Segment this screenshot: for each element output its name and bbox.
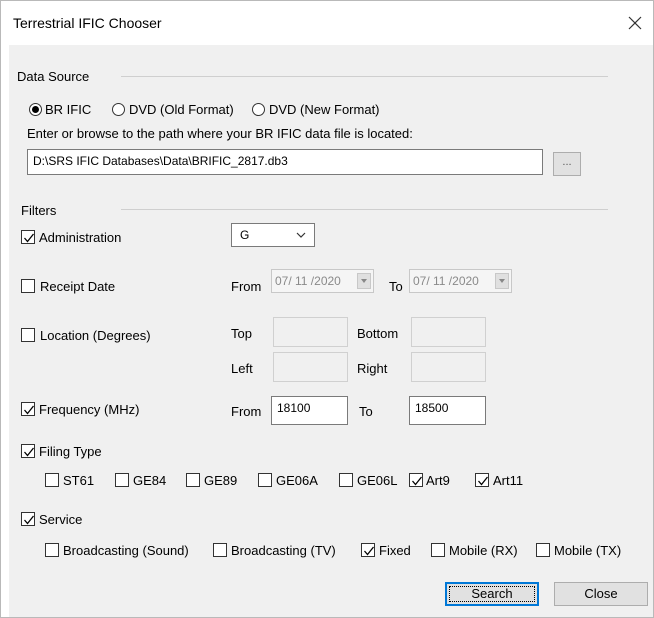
filing-ge06a-checkbox[interactable]	[258, 473, 272, 487]
frequency-from-value: 18100	[277, 401, 311, 415]
receipt-date-from-label: From	[231, 279, 262, 294]
receipt-date-to-label: To	[389, 279, 403, 294]
filing-ge84-checkbox[interactable]	[115, 473, 129, 487]
search-button[interactable]: Search	[445, 582, 539, 606]
frequency-to-label: To	[359, 404, 373, 419]
dialog-window: Terrestrial IFIC Chooser Data Source BR …	[0, 0, 654, 618]
window-title: Terrestrial IFIC Chooser	[13, 15, 162, 31]
close-icon[interactable]	[623, 11, 647, 35]
filing-art11-checkbox[interactable]	[475, 473, 489, 487]
filing-art9-checkbox[interactable]	[409, 473, 423, 487]
service-label: Service	[39, 512, 83, 527]
receipt-date-label: Receipt Date	[40, 279, 116, 294]
filing-st61-label: ST61	[63, 473, 95, 488]
radio-dvd-new-button[interactable]	[252, 103, 265, 116]
location-label: Location (Degrees)	[40, 328, 151, 343]
service-mobile-tx-label: Mobile (TX)	[554, 543, 622, 558]
radio-dvd-old-button[interactable]	[112, 103, 125, 116]
filing-ge89-label: GE89	[204, 473, 238, 488]
filing-ge84-label: GE84	[133, 473, 167, 488]
focus-rect	[449, 586, 535, 602]
service-fixed-label: Fixed	[379, 543, 411, 558]
frequency-from-input[interactable]: 18100	[271, 396, 348, 425]
administration-select-value: G	[240, 228, 250, 242]
service-checkbox[interactable]	[21, 512, 35, 526]
calendar-dropdown-icon[interactable]	[495, 273, 509, 289]
service-broadcasting-sound-checkbox[interactable]	[45, 543, 59, 557]
filing-ge06l-label: GE06L	[357, 473, 398, 488]
filing-st61-checkbox[interactable]	[45, 473, 59, 487]
receipt-date-to-value: 07/ 11 /2020	[413, 274, 479, 288]
service-broadcasting-tv-label: Broadcasting (TV)	[231, 543, 336, 558]
administration-label: Administration	[39, 230, 122, 245]
location-bottom-label: Bottom	[357, 326, 399, 341]
filters-group-label: Filters	[21, 203, 57, 218]
filing-art11-label: Art11	[493, 473, 524, 488]
checkmark-icon	[24, 447, 35, 457]
filters-separator	[121, 209, 608, 210]
checkmark-icon	[24, 233, 35, 243]
path-input[interactable]: D:\SRS IFIC Databases\Data\BRIFIC_2817.d…	[27, 149, 543, 175]
frequency-from-label: From	[231, 404, 262, 419]
location-top-label: Top	[231, 326, 252, 341]
calendar-dropdown-icon[interactable]	[357, 273, 371, 289]
path-prompt: Enter or browse to the path where your B…	[27, 126, 413, 141]
frequency-to-input[interactable]: 18500	[409, 396, 486, 425]
checkmark-icon	[478, 476, 489, 486]
administration-checkbox[interactable]	[21, 230, 35, 244]
checkmark-icon	[24, 515, 35, 525]
filing-ge06a-label: GE06A	[276, 473, 318, 488]
radio-br-ific-button[interactable]	[29, 103, 42, 116]
location-checkbox[interactable]	[21, 328, 35, 342]
location-bottom-input[interactable]	[411, 317, 486, 347]
filing-art9-label: Art9	[426, 473, 450, 488]
service-mobile-tx-checkbox[interactable]	[536, 543, 550, 557]
administration-select[interactable]: G	[231, 223, 315, 247]
data-source-group-label: Data Source	[17, 69, 90, 84]
location-left-input[interactable]	[273, 352, 348, 382]
chevron-down-icon	[296, 232, 306, 238]
path-input-value: D:\SRS IFIC Databases\Data\BRIFIC_2817.d…	[33, 154, 288, 168]
checkmark-icon	[24, 405, 35, 415]
radio-br-ific-label: BR IFIC	[45, 102, 92, 117]
close-button-label: Close	[584, 586, 618, 601]
browse-button[interactable]: ...	[553, 152, 581, 176]
close-button[interactable]: Close	[554, 582, 648, 606]
location-left-label: Left	[231, 361, 253, 376]
service-mobile-rx-checkbox[interactable]	[431, 543, 445, 557]
location-right-input[interactable]	[411, 352, 486, 382]
filing-type-label: Filing Type	[39, 444, 102, 459]
frequency-to-value: 18500	[415, 401, 449, 415]
location-right-label: Right	[357, 361, 388, 376]
dialog-content: Data Source BR IFIC DVD (Old Format) DVD…	[9, 45, 653, 617]
filing-ge89-checkbox[interactable]	[186, 473, 200, 487]
location-top-input[interactable]	[273, 317, 348, 347]
receipt-date-from-value: 07/ 11 /2020	[275, 274, 341, 288]
service-broadcasting-tv-checkbox[interactable]	[213, 543, 227, 557]
frequency-checkbox[interactable]	[21, 402, 35, 416]
checkmark-icon	[412, 476, 423, 486]
service-fixed-checkbox[interactable]	[361, 543, 375, 557]
filing-ge06l-checkbox[interactable]	[339, 473, 353, 487]
service-mobile-rx-label: Mobile (RX)	[449, 543, 518, 558]
filing-type-checkbox[interactable]	[21, 444, 35, 458]
checkmark-icon	[364, 546, 375, 556]
frequency-label: Frequency (MHz)	[39, 402, 140, 417]
service-broadcasting-sound-label: Broadcasting (Sound)	[63, 543, 189, 558]
receipt-date-from-picker[interactable]: 07/ 11 /2020	[271, 269, 374, 293]
receipt-date-to-picker[interactable]: 07/ 11 /2020	[409, 269, 512, 293]
data-source-separator	[121, 76, 608, 77]
radio-dvd-old-label: DVD (Old Format)	[129, 102, 234, 117]
radio-dvd-new-label: DVD (New Format)	[269, 102, 380, 117]
receipt-date-checkbox[interactable]	[21, 279, 35, 293]
title-bar: Terrestrial IFIC Chooser	[1, 1, 653, 45]
